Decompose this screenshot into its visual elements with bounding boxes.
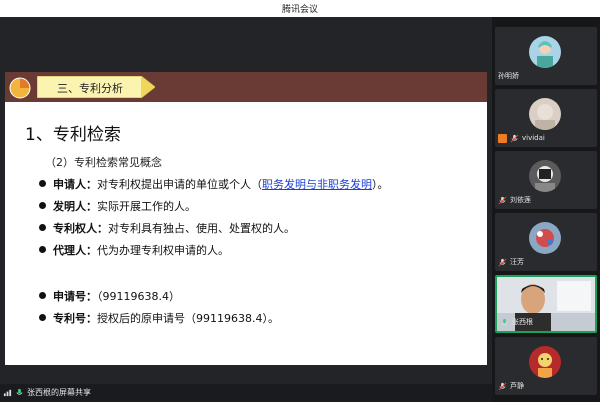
mic-muted-icon[interactable]	[510, 134, 519, 143]
avatar	[529, 98, 561, 130]
bottom-status-bar: 张西根的屏幕共享	[0, 384, 492, 402]
participant-name: 汪芳	[510, 258, 524, 266]
screen-share-label: 张西根的屏幕共享	[27, 388, 91, 397]
participant-name: 张西根	[512, 318, 533, 326]
mic-active-icon[interactable]	[500, 318, 509, 327]
participant-tile[interactable]: 孙明娇	[495, 27, 597, 85]
bullet-item: 代理人：代为办理专利权申请的人。	[39, 242, 229, 262]
bullet-item: 申请人：对专利权提出申请的单位或个人（职务发明与非职务发明）。	[39, 176, 389, 196]
participant-name: 刘依莲	[510, 196, 531, 204]
participant-tile[interactable]: vividai	[495, 89, 597, 147]
participant-name: 孙明娇	[498, 72, 519, 80]
participant-tile[interactable]: 芦静	[495, 337, 597, 395]
participant-tile[interactable]: 汪芳	[495, 213, 597, 271]
participant-sidebar: 孙明娇 vividai 刘依莲 汪芳 张西根 芦静	[492, 17, 600, 402]
slide-subtitle: （2）专利检索常见概念	[45, 156, 162, 169]
presentation-slide: 三、专利分析 1、专利检索 （2）专利检索常见概念 申请人：对专利权提出申请的单…	[5, 72, 487, 365]
mic-muted-icon[interactable]	[498, 258, 507, 267]
bullet-dot-icon	[39, 292, 46, 299]
bullet-item: 发明人：实际开展工作的人。	[39, 198, 196, 218]
signal-icon	[3, 389, 12, 397]
participant-tile[interactable]: 刘依莲	[495, 151, 597, 209]
bullet-dot-icon	[39, 246, 46, 253]
mic-muted-icon[interactable]	[498, 382, 507, 391]
bullet-dot-icon	[39, 180, 46, 187]
participant-tile-speaking[interactable]: 张西根	[495, 275, 597, 333]
bullet-item: 专利权人：对专利具有独占、使用、处置权的人。	[39, 220, 295, 240]
bullet-dot-icon	[39, 314, 46, 321]
avatar	[529, 160, 561, 192]
avatar	[529, 222, 561, 254]
participant-name: vividai	[522, 134, 545, 142]
bullet-item: 专利号：授权后的原申请号（99119638.4）。	[39, 310, 279, 330]
slide-title: 1、专利检索	[25, 125, 121, 145]
screen-share-indicator[interactable]: 张西根的屏幕共享	[3, 387, 91, 398]
concept-link[interactable]: 职务发明与非职务发明	[262, 178, 372, 191]
mic-muted-icon[interactable]	[498, 196, 507, 205]
app-title: 腾讯会议	[281, 5, 318, 15]
mic-active-icon	[16, 388, 23, 395]
bullet-dot-icon	[39, 224, 46, 231]
user-badge-icon	[498, 133, 507, 143]
avatar	[529, 346, 561, 378]
bullet-item: 申请号：（99119638.4）	[39, 288, 180, 308]
section-label: 三、专利分析	[57, 82, 123, 95]
avatar	[529, 36, 561, 68]
title-bar: 腾讯会议	[0, 0, 600, 17]
section-tag: 三、专利分析	[37, 76, 155, 98]
shared-screen-area: 三、专利分析 1、专利检索 （2）专利检索常见概念 申请人：对专利权提出申请的单…	[0, 17, 492, 384]
pie-chart-icon	[9, 77, 31, 99]
slide-header-band: 三、专利分析	[5, 72, 487, 102]
participant-name: 芦静	[510, 382, 524, 390]
bullet-dot-icon	[39, 202, 46, 209]
